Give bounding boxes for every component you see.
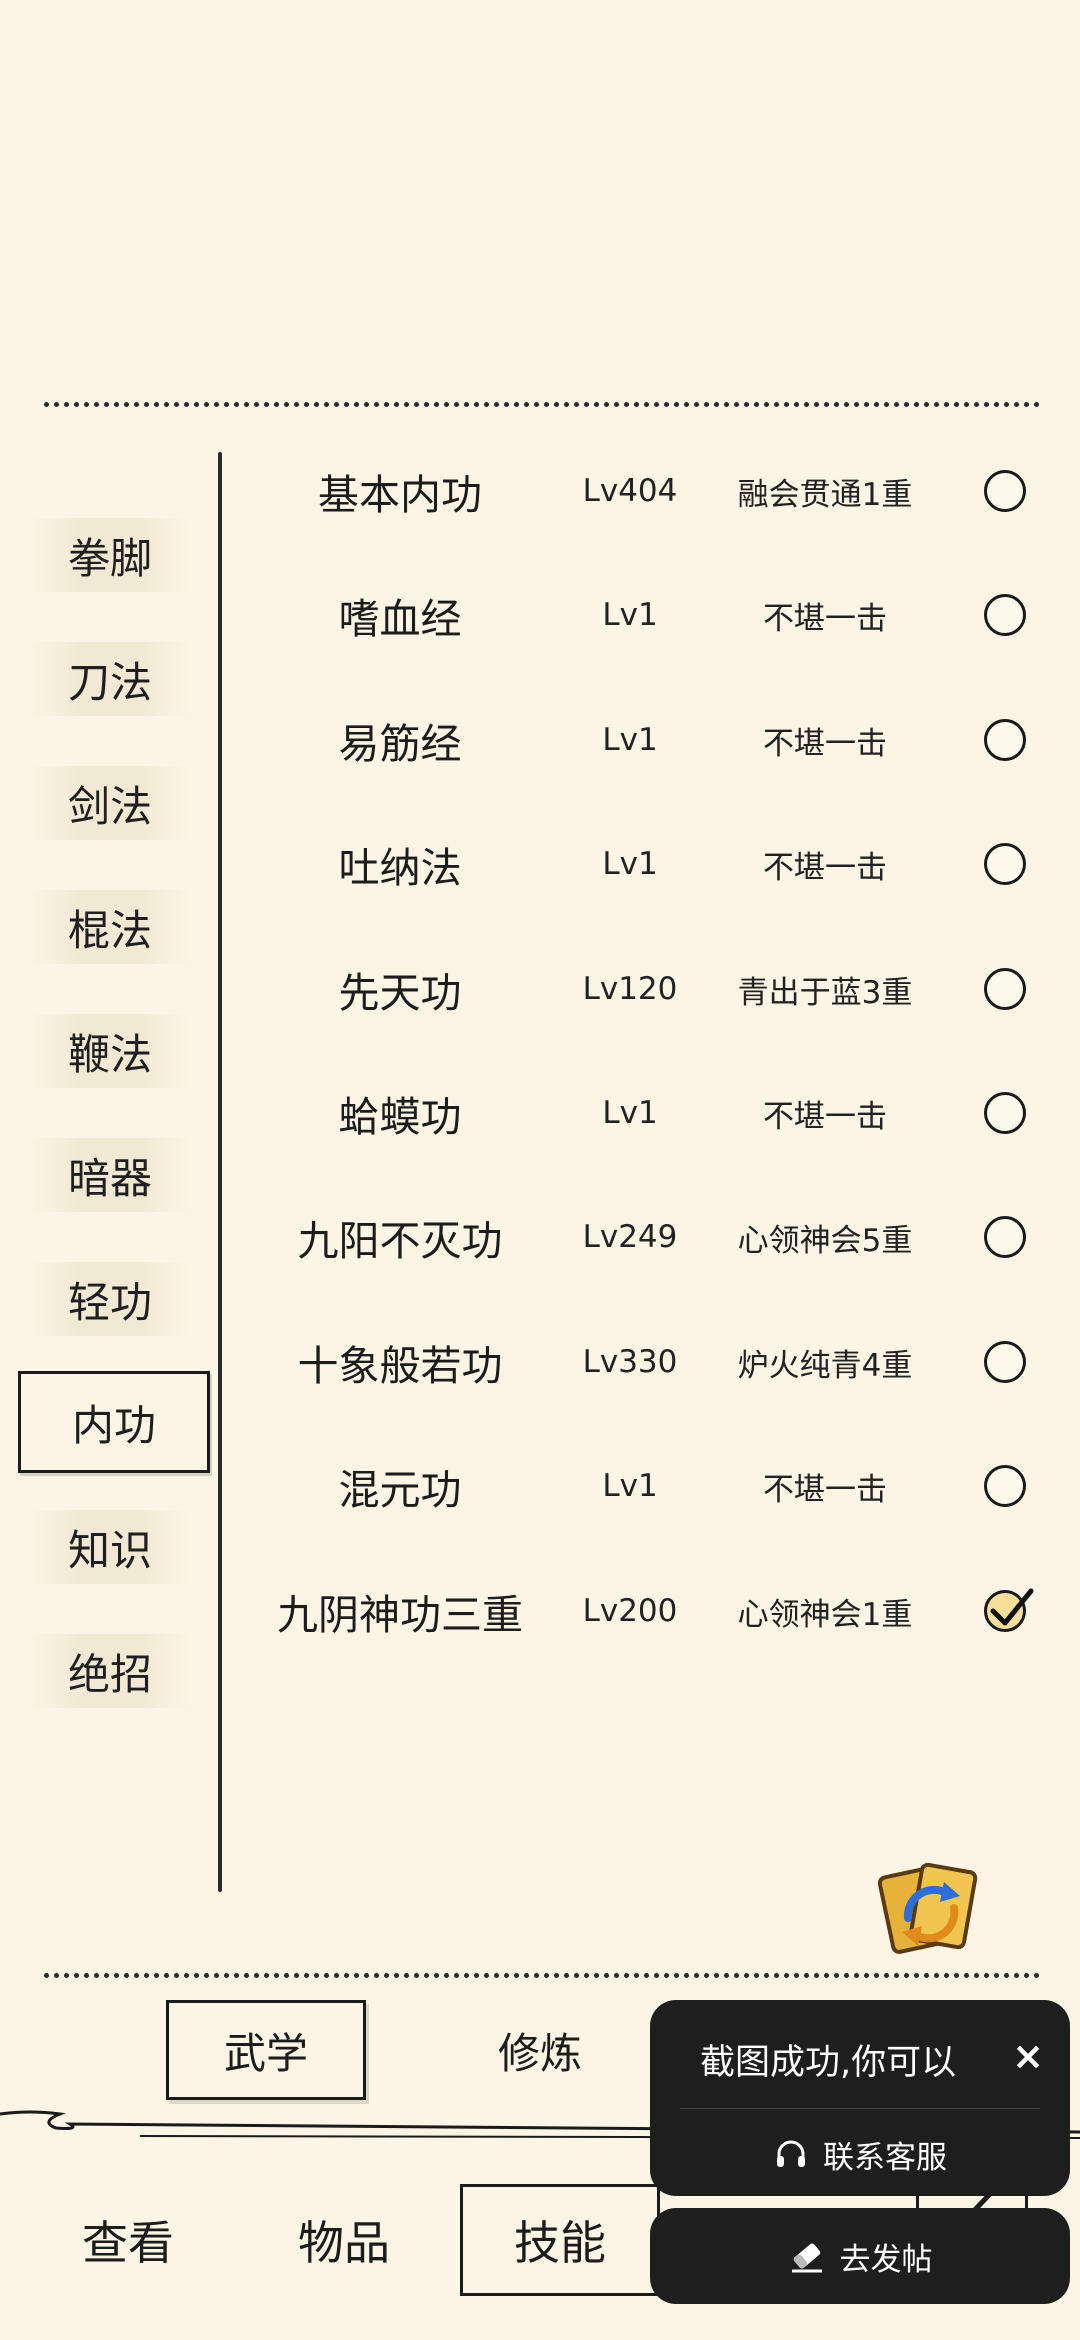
top-dotted-divider (44, 402, 1040, 407)
nav-view[interactable]: 查看 (28, 2184, 228, 2296)
skill-stage: 青出于蓝3重 (737, 974, 913, 1011)
skill-select-radio[interactable] (984, 594, 1026, 636)
checkmark-icon (990, 1588, 1034, 1626)
skill-select-radio[interactable] (984, 1216, 1026, 1258)
skill-select-radio[interactable] (984, 1341, 1026, 1383)
subtab-wuxue[interactable]: 武学 (166, 2000, 366, 2100)
skill-row[interactable]: 基本内功 Lv404 融会贯通1重 (230, 446, 1060, 536)
skill-stage: 不堪一击 (763, 1471, 887, 1508)
skill-row[interactable]: 混元功 Lv1 不堪一击 (230, 1441, 1060, 1531)
headset-icon (777, 2140, 805, 2167)
skill-row[interactable]: 先天功 Lv120 青出于蓝3重 (230, 944, 1060, 1034)
skill-name: 十象般若功 (297, 1342, 503, 1390)
category-item[interactable]: 内功 (18, 1371, 210, 1473)
skill-name: 吐纳法 (338, 844, 462, 892)
category-item[interactable]: 拳脚 (30, 518, 190, 592)
skill-level: Lv200 (582, 1593, 678, 1629)
skill-row[interactable]: 易筋经 Lv1 不堪一击 (230, 695, 1060, 785)
screenshot-toast: 截图成功,你可以 × 联系客服 (650, 2000, 1070, 2196)
category-item[interactable]: 鞭法 (30, 1014, 190, 1088)
subtab-xiulian[interactable]: 修炼 (440, 2000, 640, 2100)
contact-support-label: 联系客服 (823, 2139, 947, 2176)
skill-checked-radio[interactable] (984, 1588, 1034, 1632)
skill-level: Lv1 (602, 597, 658, 633)
nav-items[interactable]: 物品 (244, 2184, 444, 2296)
skill-level: Lv1 (602, 1468, 658, 1504)
toast-message: 截图成功,你可以 (700, 2043, 957, 2083)
skill-select-radio[interactable] (984, 968, 1026, 1010)
skill-stage: 不堪一击 (763, 600, 887, 637)
skill-stage: 不堪一击 (763, 725, 887, 762)
skill-row[interactable]: 十象般若功 Lv330 炉火纯青4重 (230, 1317, 1060, 1407)
skill-stage: 融会贯通1重 (737, 476, 913, 513)
skill-row[interactable]: 吐纳法 Lv1 不堪一击 (230, 819, 1060, 909)
skill-select-radio[interactable] (984, 1465, 1026, 1507)
skill-stage: 炉火纯青4重 (737, 1347, 913, 1384)
close-icon[interactable]: × (1012, 2034, 1044, 2078)
skill-stage: 心领神会5重 (737, 1222, 913, 1259)
skill-name: 混元功 (338, 1466, 462, 1514)
skill-name: 蛤蟆功 (338, 1093, 462, 1141)
category-item[interactable]: 棍法 (30, 890, 190, 964)
skill-row[interactable]: 蛤蟆功 Lv1 不堪一击 (230, 1068, 1060, 1158)
skill-select-radio[interactable] (984, 1092, 1026, 1134)
eraser-icon (791, 2243, 822, 2273)
go-post-label: 去发帖 (839, 2241, 933, 2278)
skill-name: 易筋经 (338, 720, 462, 768)
skill-stage: 不堪一击 (763, 1098, 887, 1135)
sidebar-divider-line (218, 452, 222, 1892)
skill-level: Lv249 (582, 1219, 678, 1255)
category-item[interactable]: 刀法 (30, 642, 190, 716)
swap-skill-icon[interactable] (877, 1858, 982, 1962)
skill-level: Lv120 (582, 971, 678, 1007)
skill-name: 嗜血经 (338, 595, 462, 643)
skill-stage: 心领神会1重 (737, 1596, 913, 1633)
skill-select-radio[interactable] (984, 719, 1026, 761)
category-item[interactable]: 知识 (30, 1510, 190, 1584)
toast-divider (680, 2108, 1040, 2109)
skill-level: Lv1 (602, 846, 658, 882)
skill-name: 先天功 (338, 969, 462, 1017)
skill-select-radio[interactable] (984, 843, 1026, 885)
nav-skills[interactable]: 技能 (460, 2184, 660, 2296)
category-item[interactable]: 暗器 (30, 1138, 190, 1212)
skill-row[interactable]: 九阴神功三重 Lv200 心领神会1重 (230, 1566, 1060, 1656)
bottom-dotted-divider (44, 1973, 1040, 1978)
category-item[interactable]: 轻功 (30, 1262, 190, 1336)
skill-level: Lv1 (602, 722, 658, 758)
category-item[interactable]: 剑法 (30, 766, 190, 840)
skill-select-radio[interactable] (984, 470, 1026, 512)
skill-name: 九阳不灭功 (297, 1217, 503, 1265)
skill-row[interactable]: 九阳不灭功 Lv249 心领神会5重 (230, 1192, 1060, 1282)
skill-stage: 不堪一击 (763, 849, 887, 886)
skill-level: Lv404 (582, 473, 678, 509)
go-post-button[interactable]: 去发帖 (650, 2208, 1070, 2304)
contact-support-button[interactable]: 联系客服 (650, 2126, 1070, 2182)
skill-level: Lv1 (602, 1095, 658, 1131)
skill-row[interactable]: 嗜血经 Lv1 不堪一击 (230, 570, 1060, 660)
category-item[interactable]: 绝招 (30, 1634, 190, 1708)
skill-name: 九阴神功三重 (277, 1591, 523, 1639)
skill-level: Lv330 (582, 1344, 678, 1380)
skill-name: 基本内功 (318, 471, 482, 519)
